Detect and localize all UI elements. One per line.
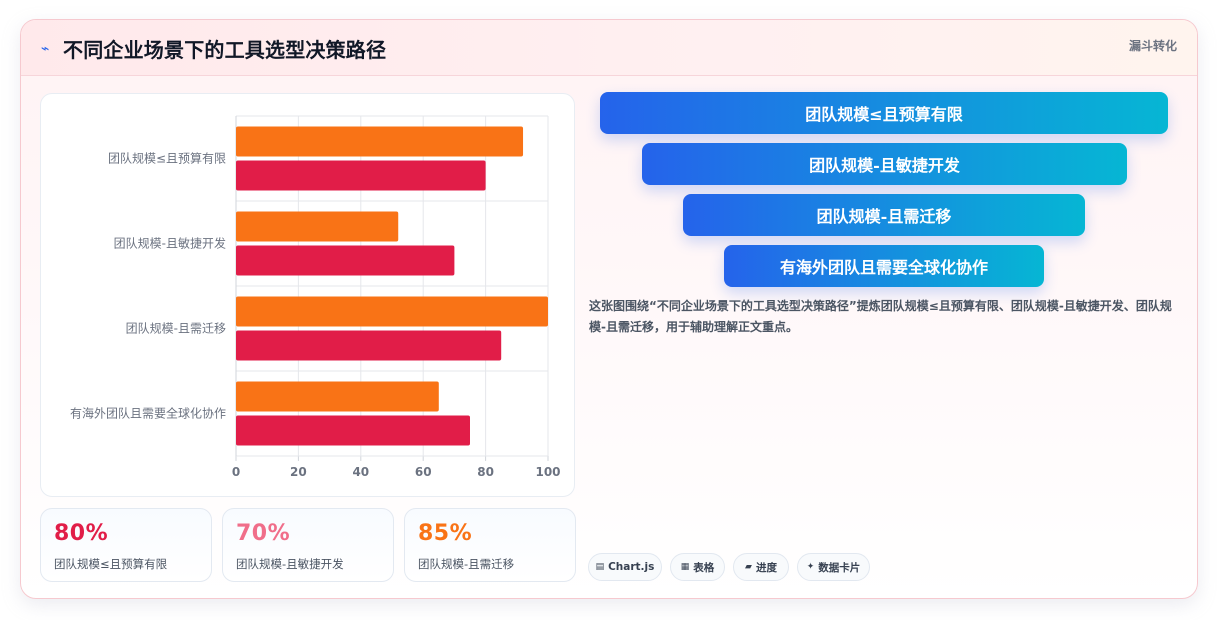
chart-description: 这张图围绕“不同企业场景下的工具选型决策路径”提炼团队规模≤且预算有限、团队规模…: [589, 299, 1172, 334]
funnel-stage-1: 团队规模≤且预算有限: [600, 92, 1168, 134]
x-tick-label: 20: [290, 465, 307, 479]
y-tick-label: 有海外团队且需要全球化协作: [70, 406, 226, 421]
bar: [236, 296, 548, 327]
chip-label: 进度: [755, 561, 777, 574]
bar: [236, 160, 486, 191]
chip-label: 表格: [693, 561, 715, 574]
bar: [236, 126, 524, 157]
x-tick-label: 0: [232, 465, 240, 479]
bar-chart: 0 20 40 60 80 100 团队规模≤且预算有限团队规模-且敏捷开发团队规模-且需迁…: [70, 115, 561, 479]
chip-chartjs[interactable]: ▤ Chart.js: [588, 553, 662, 581]
funnel-stage-4: 有海外团队且需要全球化协作: [724, 245, 1044, 287]
card-header: ⌁ 不同企业场景下的工具选型决策路径 漏斗转化: [21, 20, 1197, 76]
kpi-value: 80%: [54, 521, 109, 546]
table-icon: ▦: [680, 562, 690, 572]
kpi-card-2: 70% 团队规模-且敏捷开发: [222, 508, 394, 582]
chip-data-card[interactable]: ✦ 数据卡片: [797, 553, 870, 581]
x-tick-label: 60: [415, 465, 432, 479]
chip-label: 数据卡片: [818, 561, 861, 574]
bar: [236, 381, 439, 412]
y-tick-label: 团队规模-且需迁移: [126, 321, 226, 336]
bar: [236, 415, 470, 446]
bar: [236, 330, 502, 361]
kpi-value: 85%: [418, 521, 473, 546]
chip-table[interactable]: ▦ 表格: [670, 553, 725, 581]
y-tick-label: 团队规模≤且预算有限: [108, 151, 226, 166]
bar: [236, 245, 455, 276]
kpi-card-1: 80% 团队规模≤且预算有限: [40, 508, 212, 582]
bolt-icon: ⌁: [41, 41, 50, 57]
x-tick-label: 40: [352, 465, 369, 479]
page-title: 不同企业场景下的工具选型决策路径: [63, 38, 387, 62]
chip-progress[interactable]: ▰ 进度: [733, 553, 789, 581]
kpi-label: 团队规模≤且预算有限: [54, 557, 168, 571]
main-card: ⌁ 不同企业场景下的工具选型决策路径 漏斗转化 0 20 40 60 80 100 团队规模…: [20, 19, 1198, 599]
kpi-label: 团队规模-且敏捷开发: [236, 557, 344, 571]
kpi-value: 70%: [236, 521, 291, 546]
funnel-stage-3: 团队规模-且需迁移: [683, 194, 1085, 236]
chip-label: Chart.js: [608, 561, 655, 573]
x-tick-label: 80: [477, 465, 494, 479]
sparkle-icon: ✦: [806, 562, 815, 572]
kpi-label: 团队规模-且需迁移: [418, 557, 515, 571]
x-tick-label: 100: [535, 465, 560, 479]
bar-chart-panel: 0 20 40 60 80 100 团队规模≤且预算有限 团队规模-且敏捷开发团队规模-且需迁…: [40, 93, 575, 497]
header-tag: 漏斗转化: [1128, 39, 1177, 53]
bar: [236, 211, 399, 242]
progress-icon: ▰: [745, 562, 752, 572]
funnel-stage-2: 团队规模-且敏捷开发: [642, 143, 1127, 185]
kpi-card-3: 85% 团队规模-且需迁移: [404, 508, 576, 582]
y-tick-label: 团队规模-且敏捷开发: [114, 236, 226, 251]
chart-icon: ▤: [595, 562, 605, 572]
